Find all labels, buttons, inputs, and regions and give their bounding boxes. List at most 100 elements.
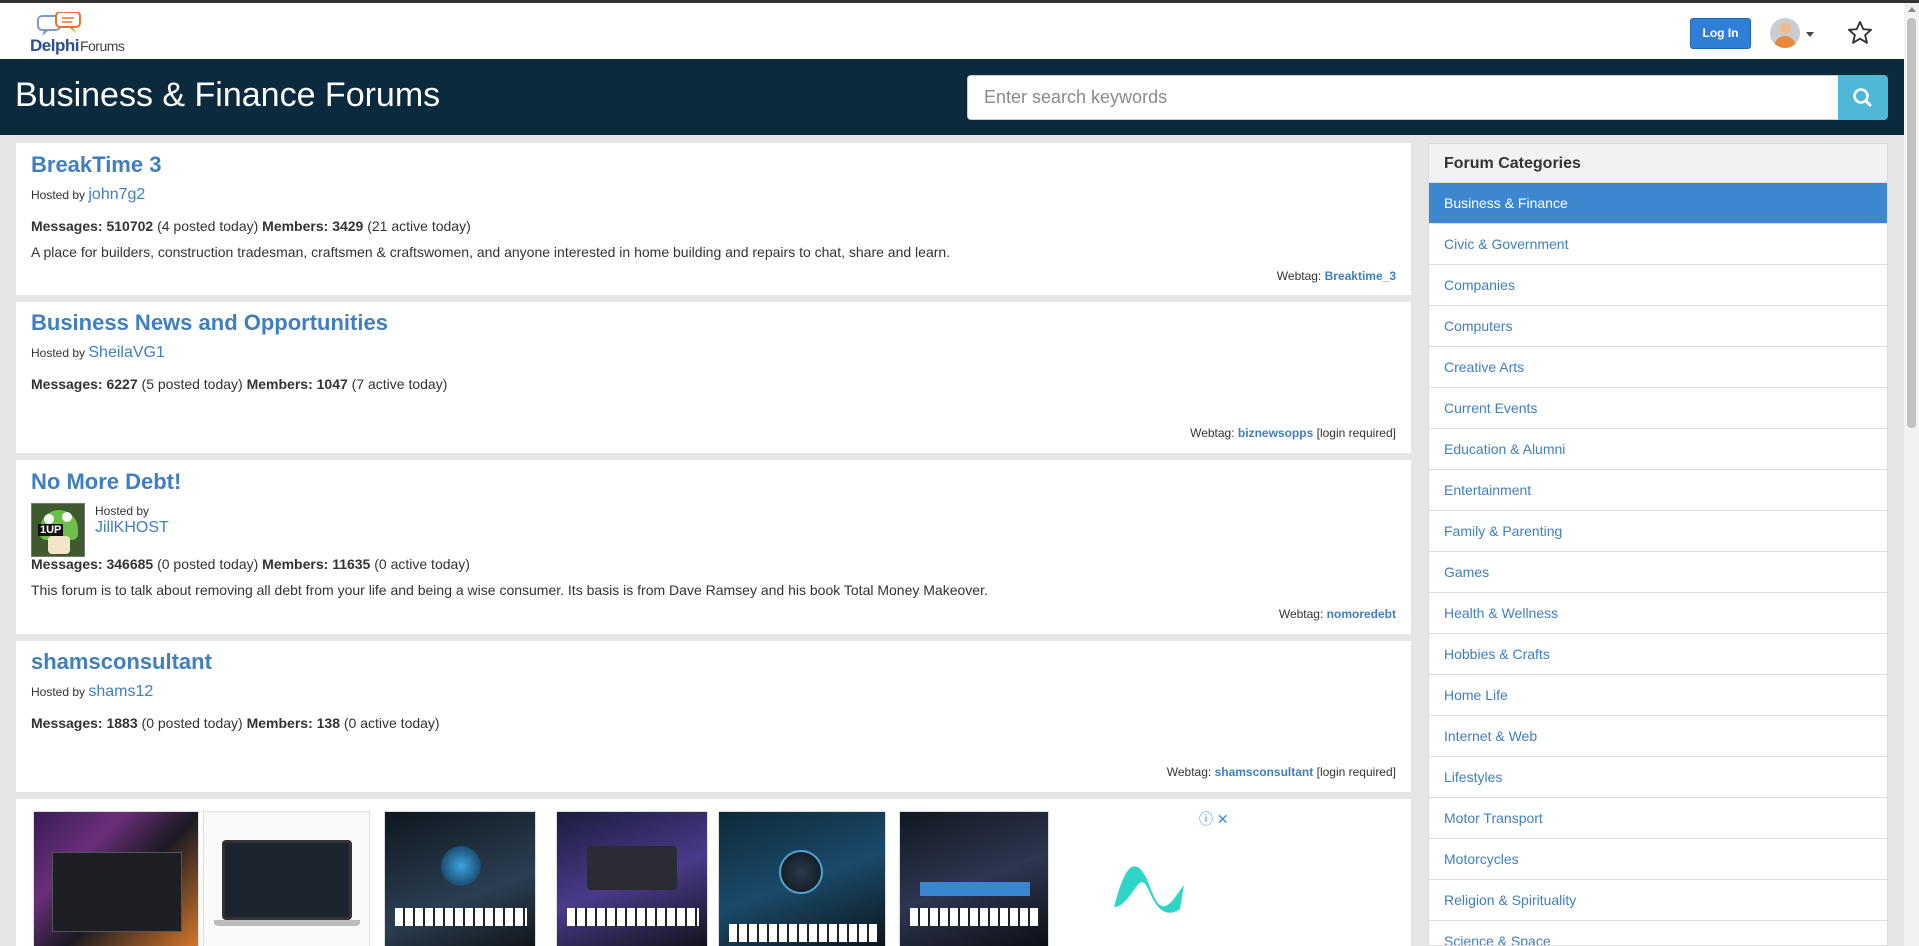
category-item-creative-arts[interactable]: Creative Arts xyxy=(1429,347,1887,388)
webtag-label: Webtag: xyxy=(1278,607,1324,621)
scrollbar-thumb[interactable] xyxy=(1907,18,1916,428)
forum-stats: Messages: 1883 (0 posted today) Members:… xyxy=(31,715,440,731)
host-link[interactable]: shams12 xyxy=(88,683,153,700)
category-item-motor-transport[interactable]: Motor Transport xyxy=(1429,798,1887,839)
webtag-label: Webtag: xyxy=(1166,765,1212,779)
host-link[interactable]: john7g2 xyxy=(88,186,145,203)
messages-count: 1883 xyxy=(106,715,138,731)
category-item-lifestyles[interactable]: Lifestyles xyxy=(1429,757,1887,798)
category-item-education-alumni[interactable]: Education & Alumni xyxy=(1429,429,1887,470)
category-item-computers[interactable]: Computers xyxy=(1429,306,1887,347)
category-item-home-life[interactable]: Home Life xyxy=(1429,675,1887,716)
page-scrollbar[interactable] xyxy=(1904,3,1919,946)
logo-suffix: Forums xyxy=(79,38,125,54)
forum-host: Hosted by john7g2 xyxy=(31,186,145,204)
category-item-science-space[interactable]: Science & Space xyxy=(1429,921,1887,945)
category-item-civic-government[interactable]: Civic & Government xyxy=(1429,224,1887,265)
messages-label: Messages: xyxy=(31,218,103,234)
forum-title[interactable]: No More Debt! xyxy=(31,469,181,495)
forum-card: BreakTime 3 Hosted by john7g2 Messages: … xyxy=(16,143,1411,295)
host-avatar[interactable]: 1UP xyxy=(31,503,85,557)
forum-title[interactable]: Business News and Opportunities xyxy=(31,310,388,336)
ad-product-image[interactable] xyxy=(384,811,536,946)
members-count: 1047 xyxy=(316,376,348,392)
members-label: Members: xyxy=(246,715,313,731)
members-label: Members: xyxy=(246,376,313,392)
forum-categories-sidebar: Forum Categories Business & Finance Civi… xyxy=(1428,143,1888,946)
members-label: Members: xyxy=(262,218,329,234)
chat-bubbles-icon xyxy=(37,12,81,36)
star-icon[interactable] xyxy=(1846,19,1874,47)
members-today: (0 active today) xyxy=(374,556,470,572)
page-header: Business & Finance Forums xyxy=(0,59,1904,135)
delphi-forums-logo[interactable]: DelphiForums xyxy=(30,12,140,55)
webtag-label: Webtag: xyxy=(1276,269,1322,283)
messages-today: (0 posted today) xyxy=(141,715,243,731)
ad-product-image[interactable] xyxy=(203,811,370,946)
forum-host: Hosted by shams12 xyxy=(31,683,153,701)
category-item-health-wellness[interactable]: Health & Wellness xyxy=(1429,593,1887,634)
members-label: Members: xyxy=(262,556,329,572)
forum-card: shamsconsultant Hosted by shams12 Messag… xyxy=(16,641,1411,792)
ad-product-image[interactable] xyxy=(33,811,199,946)
advertisement-banner[interactable]: ⓘ ✕ xyxy=(16,799,1411,946)
webtag-link[interactable]: nomoredebt xyxy=(1327,607,1396,621)
forum-description: This forum is to talk about removing all… xyxy=(31,582,988,598)
advertiser-logo-icon xyxy=(1114,866,1184,913)
webtag-link[interactable]: shamsconsultant xyxy=(1215,765,1314,779)
members-count: 11635 xyxy=(332,556,371,572)
top-navbar: DelphiForums Log In xyxy=(0,3,1904,59)
messages-label: Messages: xyxy=(31,715,103,731)
hosted-by-label: Hosted by xyxy=(31,188,86,202)
category-item-religion-spirituality[interactable]: Religion & Spirituality xyxy=(1429,880,1887,921)
messages-count: 6227 xyxy=(106,376,138,392)
category-item-motorcycles[interactable]: Motorcycles xyxy=(1429,839,1887,880)
logo-brand: Delphi xyxy=(30,36,79,55)
chevron-down-icon xyxy=(1806,32,1814,37)
category-item-entertainment[interactable]: Entertainment xyxy=(1429,470,1887,511)
host-link[interactable]: JillKHOST xyxy=(95,519,169,537)
forum-host: Hosted by SheilaVG1 xyxy=(31,344,165,362)
search-icon xyxy=(1853,88,1872,107)
login-note: [login required] xyxy=(1316,426,1396,440)
forum-webtag: Webtag: Breaktime_3 xyxy=(1277,269,1396,283)
category-item-business-finance[interactable]: Business & Finance xyxy=(1429,183,1887,224)
members-today: (0 active today) xyxy=(343,715,440,731)
ad-choices-close-icon[interactable]: ⓘ ✕ xyxy=(1199,809,1229,829)
user-menu[interactable] xyxy=(1770,18,1818,50)
scroll-up-arrow-icon[interactable] xyxy=(1908,7,1916,12)
forum-title[interactable]: BreakTime 3 xyxy=(31,152,161,178)
forum-stats: Messages: 6227 (5 posted today) Members:… xyxy=(31,376,447,392)
search-input[interactable] xyxy=(967,75,1838,120)
category-item-hobbies-crafts[interactable]: Hobbies & Crafts xyxy=(1429,634,1887,675)
members-today: (21 active today) xyxy=(367,218,471,234)
category-item-games[interactable]: Games xyxy=(1429,552,1887,593)
members-today: (7 active today) xyxy=(351,376,448,392)
forum-card: No More Debt! 1UP Hosted by JillKHOST Me… xyxy=(16,460,1411,634)
webtag-link[interactable]: Breaktime_3 xyxy=(1325,269,1396,283)
avatar-badge: 1UP xyxy=(38,524,64,536)
ad-product-image[interactable] xyxy=(899,811,1049,946)
messages-label: Messages: xyxy=(31,556,103,572)
category-item-companies[interactable]: Companies xyxy=(1429,265,1887,306)
forum-webtag: Webtag: biznewsopps [login required] xyxy=(1190,426,1396,440)
hosted-by-label: Hosted by xyxy=(31,346,86,360)
category-item-family-parenting[interactable]: Family & Parenting xyxy=(1429,511,1887,552)
category-item-current-events[interactable]: Current Events xyxy=(1429,388,1887,429)
forum-stats: Messages: 346685 (0 posted today) Member… xyxy=(31,556,470,572)
search-button[interactable] xyxy=(1838,75,1888,120)
login-button[interactable]: Log In xyxy=(1690,18,1751,49)
hosted-by-label: Hosted by xyxy=(95,504,150,518)
forum-card: Business News and Opportunities Hosted b… xyxy=(16,302,1411,453)
webtag-label: Webtag: xyxy=(1190,426,1235,440)
ad-product-image[interactable] xyxy=(556,811,708,946)
webtag-link[interactable]: biznewsopps xyxy=(1238,426,1313,440)
ad-product-image[interactable] xyxy=(718,811,886,946)
messages-today: (4 posted today) xyxy=(157,218,259,234)
page-title: Business & Finance Forums xyxy=(15,76,441,114)
host-link[interactable]: SheilaVG1 xyxy=(88,344,165,361)
hosted-by-label: Hosted by xyxy=(31,685,86,699)
category-item-internet-web[interactable]: Internet & Web xyxy=(1429,716,1887,757)
forum-description: A place for builders, construction trade… xyxy=(31,244,951,260)
forum-title[interactable]: shamsconsultant xyxy=(31,649,212,675)
